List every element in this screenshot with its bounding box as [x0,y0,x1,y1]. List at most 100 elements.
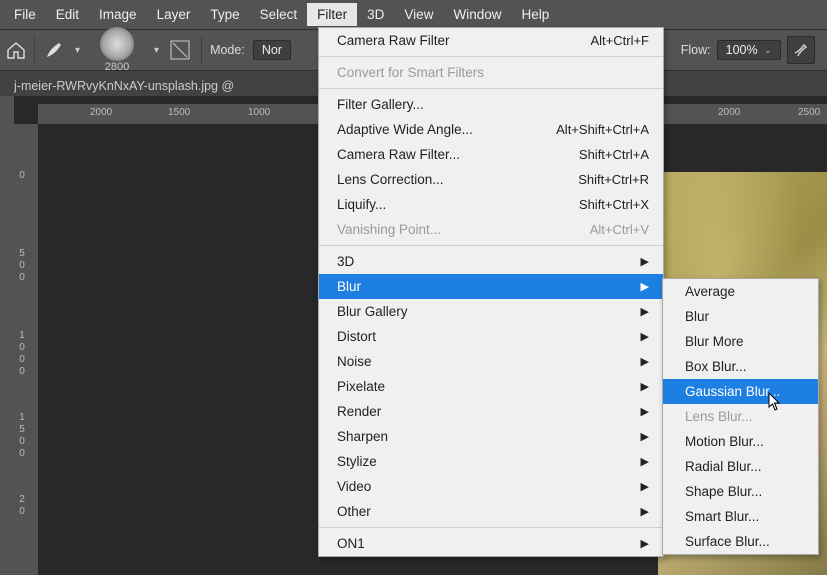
separator [201,36,202,64]
menuitem-on1[interactable]: ON1 ▶ [319,531,663,556]
menuitem-distort[interactable]: Distort ▶ [319,324,663,349]
menuitem-filter-gallery[interactable]: Filter Gallery... [319,92,663,117]
ruler-tick: 0 [17,260,27,271]
menu-separator [319,527,663,528]
menuitem-label: Distort [337,329,376,344]
flow-label: Flow: [681,43,711,57]
submenuitem-blur-more[interactable]: Blur More [663,329,818,354]
brush-preset[interactable]: 2800 [88,27,146,73]
submenuitem-smart-blur[interactable]: Smart Blur... [663,504,818,529]
ruler-tick: 0 [17,366,27,377]
menuitem-3d[interactable]: 3D▶ [319,249,663,274]
brush-size-label: 2800 [105,61,129,73]
ruler-tick: 0 [17,448,27,459]
airbrush-icon[interactable] [787,36,815,64]
menuitem-camera-raw-filter[interactable]: Camera Raw Filter Alt+Ctrl+F [319,28,663,53]
menuitem-shortcut: Shift+Ctrl+R [578,172,649,187]
menuitem-liquify[interactable]: Liquify... Shift+Ctrl+X [319,192,663,217]
side-strip [0,96,14,575]
mode-select[interactable]: Nor [253,40,291,60]
flow-select[interactable]: 100% ⌄ [717,40,781,60]
ruler-tick: 1500 [168,107,190,118]
submenuitem-radial-blur[interactable]: Radial Blur... [663,454,818,479]
submenu-arrow-icon: ▶ [641,537,649,550]
menuitem-blur-gallery[interactable]: Blur Gallery▶ [319,299,663,324]
ruler-tick: 1000 [248,107,270,118]
menuitem-label: Blur Gallery [337,304,408,319]
submenu-arrow-icon: ▶ [641,480,649,493]
submenuitem-box-blur[interactable]: Box Blur... [663,354,818,379]
submenu-arrow-icon: ▶ [641,355,649,368]
menuitem-label: Box Blur... [685,359,747,374]
menu-edit[interactable]: Edit [46,3,89,26]
submenuitem-surface-blur[interactable]: Surface Blur... [663,529,818,554]
menuitem-adaptive-wide-angle[interactable]: Adaptive Wide Angle...Alt+Shift+Ctrl+A [319,117,663,142]
ruler-tick: 0 [17,342,27,353]
menuitem-stylize[interactable]: Stylize▶ [319,449,663,474]
menuitem-camera-raw-filter-2[interactable]: Camera Raw Filter... Shift+Ctrl+A [319,142,663,167]
filter-menu-dropdown: Camera Raw Filter Alt+Ctrl+F Convert for… [318,27,664,557]
menuitem-noise[interactable]: Noise▶ [319,349,663,374]
menu-file[interactable]: File [4,3,46,26]
submenu-arrow-icon: ▶ [641,405,649,418]
menu-type[interactable]: Type [200,3,249,26]
menuitem-label: Radial Blur... [685,459,762,474]
menuitem-label: Blur [337,279,361,294]
menuitem-label: Pixelate [337,379,385,394]
submenuitem-gaussian-blur[interactable]: Gaussian Blur... [663,379,818,404]
menuitem-label: Liquify... [337,197,386,212]
menuitem-shortcut: Alt+Ctrl+F [590,33,649,48]
ruler-tick: 1 [17,330,27,341]
menuitem-shortcut: Alt+Ctrl+V [590,222,649,237]
menuitem-shortcut: Shift+Ctrl+A [579,147,649,162]
submenu-arrow-icon: ▶ [641,430,649,443]
ruler-tick: 0 [17,272,27,283]
home-icon[interactable] [6,41,26,59]
menuitem-other[interactable]: Other▶ [319,499,663,524]
menu-filter[interactable]: Filter [307,3,357,26]
menu-help[interactable]: Help [511,3,559,26]
menu-layer[interactable]: Layer [147,3,201,26]
menuitem-label: ON1 [337,536,365,551]
submenuitem-lens-blur: Lens Blur... [663,404,818,429]
menuitem-pixelate[interactable]: Pixelate▶ [319,374,663,399]
menuitem-render[interactable]: Render▶ [319,399,663,424]
ruler-tick: 2000 [718,107,740,118]
ruler-tick: 0 [17,436,27,447]
submenuitem-blur[interactable]: Blur [663,304,818,329]
menuitem-label: Shape Blur... [685,484,762,499]
menuitem-convert-smart-filters: Convert for Smart Filters [319,60,663,85]
menu-separator [319,56,663,57]
menuitem-label: Other [337,504,371,519]
submenuitem-average[interactable]: Average [663,279,818,304]
menuitem-sharpen[interactable]: Sharpen▶ [319,424,663,449]
chevron-down-icon[interactable]: ▾ [154,45,159,56]
menu-window[interactable]: Window [443,3,511,26]
brush-tool-icon[interactable] [43,37,67,64]
menuitem-label: Convert for Smart Filters [337,65,484,80]
menuitem-label: Gaussian Blur... [685,384,780,399]
menuitem-label: Surface Blur... [685,534,770,549]
menu-image[interactable]: Image [89,3,147,26]
menu-select[interactable]: Select [250,3,308,26]
chevron-down-icon[interactable]: ▾ [75,45,80,56]
menuitem-shortcut: Shift+Ctrl+X [579,197,649,212]
brush-panel-icon[interactable] [167,37,193,63]
ruler-tick: 0 [17,354,27,365]
menu-view[interactable]: View [394,3,443,26]
menuitem-lens-correction[interactable]: Lens Correction...Shift+Ctrl+R [319,167,663,192]
menuitem-label: Lens Blur... [685,409,753,424]
menuitem-label: Camera Raw Filter... [337,147,460,162]
menuitem-blur[interactable]: Blur▶ [319,274,663,299]
menu-3d[interactable]: 3D [357,3,394,26]
menuitem-label: Motion Blur... [685,434,764,449]
submenuitem-motion-blur[interactable]: Motion Blur... [663,429,818,454]
submenuitem-shape-blur[interactable]: Shape Blur... [663,479,818,504]
menuitem-shortcut: Alt+Shift+Ctrl+A [556,122,649,137]
menuitem-label: Filter Gallery... [337,97,424,112]
submenu-arrow-icon: ▶ [641,455,649,468]
menuitem-vanishing-point: Vanishing Point...Alt+Ctrl+V [319,217,663,242]
menuitem-video[interactable]: Video▶ [319,474,663,499]
brush-preview-icon [100,27,134,61]
submenu-arrow-icon: ▶ [641,330,649,343]
